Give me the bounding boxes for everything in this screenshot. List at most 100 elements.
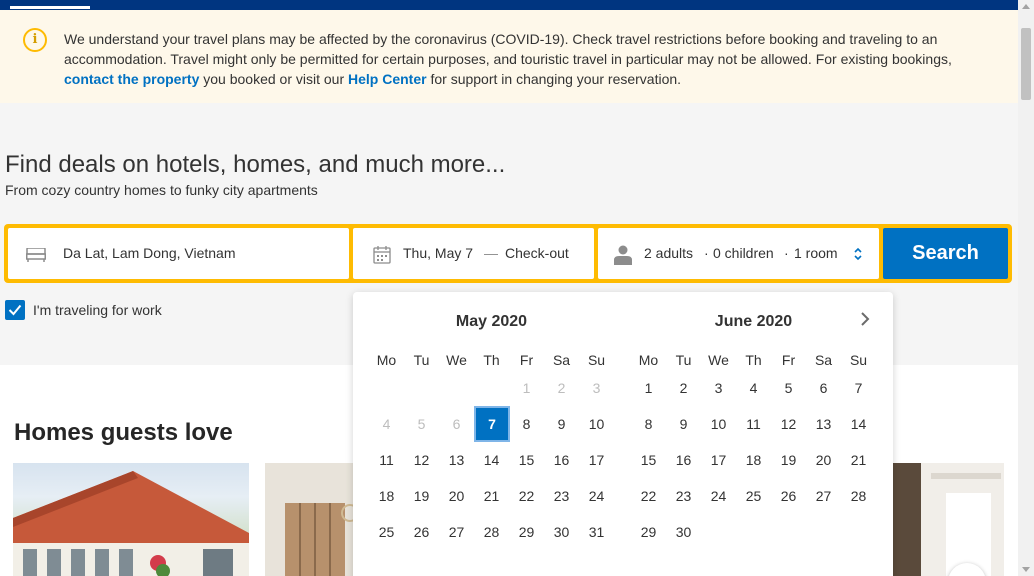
calendar-day[interactable]: 14 — [841, 406, 876, 442]
calendar-day[interactable]: 31 — [579, 514, 614, 550]
contact-property-link[interactable]: contact the property — [64, 71, 199, 87]
calendar-day[interactable]: 30 — [666, 514, 701, 550]
scroll-down-arrow[interactable] — [1022, 567, 1030, 572]
calendar-day[interactable]: 6 — [806, 370, 841, 406]
calendar-day[interactable]: 26 — [771, 478, 806, 514]
calendar-day-number: 16 — [675, 452, 692, 468]
calendar-day[interactable]: 10 — [701, 406, 736, 442]
calendar-day-number: 12 — [780, 416, 797, 432]
calendar-day[interactable]: 27 — [806, 478, 841, 514]
home-card-image[interactable] — [891, 463, 1004, 576]
calendar-day[interactable]: 13 — [806, 406, 841, 442]
calendar-day[interactable]: 14 — [474, 442, 509, 478]
calendar-day-number: 24 — [710, 488, 727, 504]
calendar-day[interactable]: 17 — [579, 442, 614, 478]
home-card-image[interactable] — [13, 463, 249, 576]
calendar-day[interactable]: 17 — [701, 442, 736, 478]
calendar-day-number: 17 — [710, 452, 727, 468]
active-tab-indicator — [10, 6, 90, 9]
calendar-day[interactable]: 11 — [736, 406, 771, 442]
calendar-day[interactable]: 9 — [666, 406, 701, 442]
calendar-day[interactable]: 7 — [841, 370, 876, 406]
calendar-day[interactable]: 13 — [439, 442, 474, 478]
calendar-day[interactable]: 8 — [631, 406, 666, 442]
checkin-date[interactable]: Thu, May 7 — [403, 245, 473, 261]
calendar-day-number: 23 — [675, 488, 692, 504]
calendar-day[interactable]: 10 — [579, 406, 614, 442]
weekday-label: Th — [483, 352, 500, 368]
search-button[interactable]: Search — [883, 228, 1008, 279]
weekday-label: Sa — [552, 352, 571, 368]
calendar-day[interactable]: 30 — [544, 514, 579, 550]
home-card-image[interactable] — [265, 463, 355, 576]
calendar-day-number: 4 — [382, 416, 391, 432]
calendar-day[interactable]: 3 — [701, 370, 736, 406]
work-travel-checkbox[interactable] — [5, 300, 25, 320]
calendar-day[interactable]: 16 — [666, 442, 701, 478]
weekday-label: Tu — [675, 352, 692, 368]
calendar-day[interactable]: 23 — [666, 478, 701, 514]
calendar-day[interactable]: 29 — [631, 514, 666, 550]
interior-photo — [265, 463, 355, 576]
calendar-day[interactable]: 28 — [841, 478, 876, 514]
calendar-day-number: 31 — [588, 524, 605, 540]
calendar-day: 3 — [579, 370, 614, 406]
calendar-day[interactable]: 9 — [544, 406, 579, 442]
calendar-day[interactable]: 25 — [369, 514, 404, 550]
weekday-label: Th — [745, 352, 762, 368]
calendar-day[interactable]: 4 — [736, 370, 771, 406]
calendar-day[interactable]: 21 — [841, 442, 876, 478]
calendar-day-number: 2 — [557, 380, 566, 396]
notice-text-part: for support in changing your reservation… — [426, 71, 682, 87]
calendar-day-number: 10 — [710, 416, 727, 432]
calendar-day[interactable]: 24 — [701, 478, 736, 514]
calendar-day[interactable]: 2 — [666, 370, 701, 406]
calendar-day[interactable]: 5 — [771, 370, 806, 406]
guests-field[interactable]: 2 adults · 0 children · 1 room — [598, 228, 879, 279]
calendar-day-number: 13 — [815, 416, 832, 432]
scroll-up-arrow[interactable] — [1022, 4, 1030, 9]
checkout-date[interactable]: Check-out — [505, 245, 569, 261]
calendar-day[interactable]: 28 — [474, 514, 509, 550]
calendar-day[interactable]: 23 — [544, 478, 579, 514]
calendar-day[interactable]: 18 — [369, 478, 404, 514]
calendar-day[interactable]: 8 — [509, 406, 544, 442]
calendar-day[interactable]: 24 — [579, 478, 614, 514]
calendar-day-number: 22 — [518, 488, 535, 504]
calendar-day[interactable]: 20 — [806, 442, 841, 478]
calendar-day[interactable]: 15 — [631, 442, 666, 478]
calendar-day[interactable]: 16 — [544, 442, 579, 478]
calendar-day[interactable]: 21 — [474, 478, 509, 514]
calendar-day-number: 18 — [378, 488, 395, 504]
calendar-day-selected[interactable]: 7 — [474, 406, 510, 442]
destination-input[interactable]: Da Lat, Lam Dong, Vietnam — [63, 245, 236, 261]
house-photo — [13, 471, 249, 576]
calendar-day[interactable]: 25 — [736, 478, 771, 514]
calendar-day[interactable]: 19 — [771, 442, 806, 478]
scrollbar-thumb[interactable] — [1021, 28, 1031, 100]
help-center-link[interactable]: Help Center — [348, 71, 427, 87]
calendar-day[interactable]: 27 — [439, 514, 474, 550]
calendar-day[interactable]: 22 — [509, 478, 544, 514]
calendar-day[interactable]: 29 — [509, 514, 544, 550]
calendar-day[interactable]: 20 — [439, 478, 474, 514]
top-nav-bar — [0, 0, 1018, 10]
work-travel-option[interactable]: I'm traveling for work — [5, 300, 162, 320]
calendar-day[interactable]: 19 — [404, 478, 439, 514]
date-field[interactable]: Thu, May 7 — Check-out — [353, 228, 594, 279]
page-scrollbar[interactable] — [1018, 0, 1034, 576]
calendar-day[interactable]: 15 — [509, 442, 544, 478]
calendar-icon — [373, 246, 391, 264]
calendar-day-number: 19 — [780, 452, 797, 468]
calendar-month-june: June 2020 Mo Tu We Th Fr Sa Su 123456789… — [631, 312, 876, 550]
calendar-day-number: 11 — [379, 452, 394, 468]
calendar-day[interactable]: 26 — [404, 514, 439, 550]
destination-field[interactable]: Da Lat, Lam Dong, Vietnam — [8, 228, 349, 279]
calendar-day[interactable]: 11 — [369, 442, 404, 478]
weekday-label: We — [446, 352, 467, 368]
calendar-day[interactable]: 22 — [631, 478, 666, 514]
calendar-day[interactable]: 18 — [736, 442, 771, 478]
calendar-day[interactable]: 1 — [631, 370, 666, 406]
calendar-day[interactable]: 12 — [404, 442, 439, 478]
calendar-day[interactable]: 12 — [771, 406, 806, 442]
